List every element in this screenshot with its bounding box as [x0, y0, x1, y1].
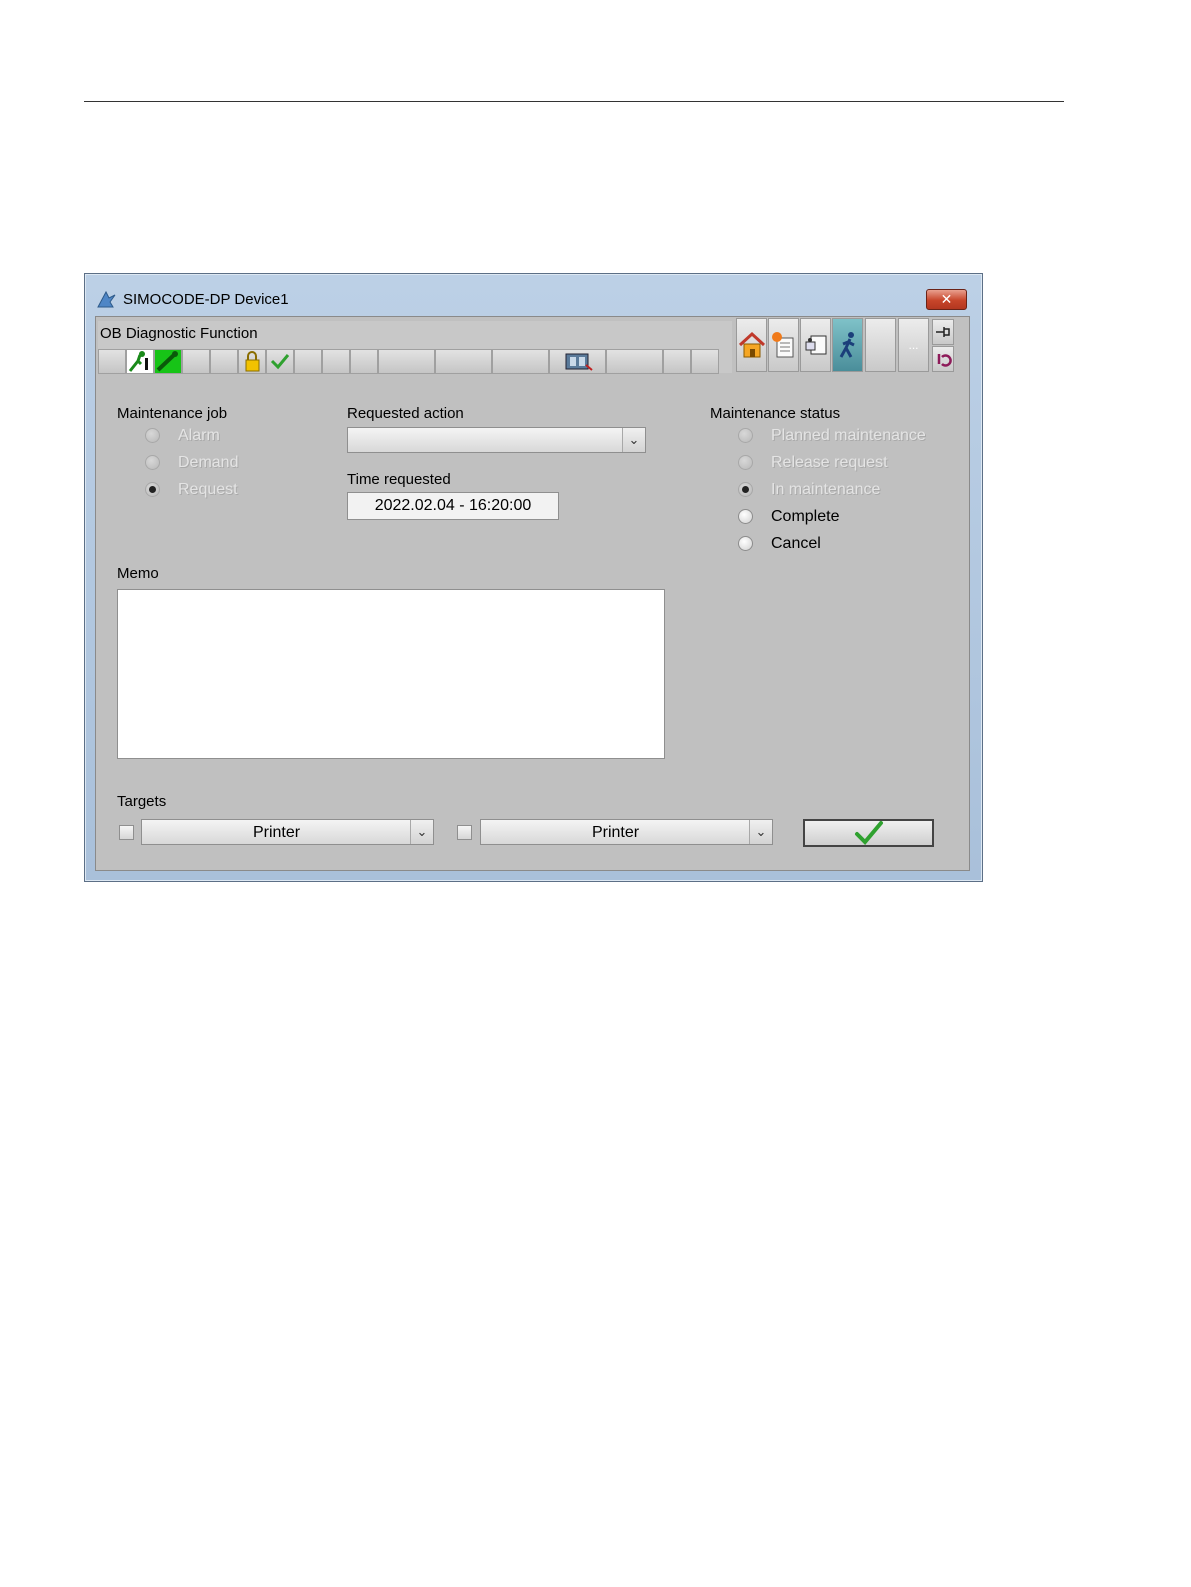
- close-icon: ✕: [940, 291, 953, 307]
- more-button[interactable]: ...: [898, 318, 929, 372]
- function-bar: OB Diagnostic Function: [98, 321, 732, 374]
- radio-button: [738, 455, 753, 470]
- empty-button[interactable]: [865, 318, 896, 372]
- targets-label: Targets: [117, 793, 167, 810]
- return-icon: [937, 354, 952, 367]
- more-icon: ...: [908, 338, 919, 352]
- target1-checkbox[interactable]: [119, 825, 134, 840]
- status-cell-device[interactable]: [549, 349, 606, 374]
- return-button[interactable]: [932, 346, 954, 372]
- status-cell-maintenance: [126, 349, 154, 374]
- status-cell: [322, 349, 350, 374]
- radio-label[interactable]: Cancel: [771, 535, 821, 553]
- target2-select[interactable]: Printer ⌄: [480, 819, 773, 845]
- radio-label: Request: [178, 481, 238, 498]
- status-cell-lock: [238, 349, 266, 374]
- window-title: SIMOCODE-DP Device1: [123, 291, 289, 308]
- status-cell-wrench: [154, 349, 182, 374]
- radio-button: [738, 482, 753, 497]
- check-icon: [270, 354, 290, 370]
- page-rule: [84, 101, 1064, 102]
- faceplate-button[interactable]: [800, 318, 831, 372]
- time-requested-label: Time requested: [347, 471, 451, 488]
- target1-value: Printer: [252, 824, 301, 841]
- target2-value: Printer: [591, 824, 640, 841]
- walking-figure-icon: [839, 332, 855, 358]
- app-icon: [97, 290, 116, 308]
- maintenance-button[interactable]: [832, 318, 863, 372]
- status-cell-check: [266, 349, 294, 374]
- memo-textarea[interactable]: [117, 589, 665, 759]
- memo-label: Memo: [117, 565, 159, 582]
- function-name: OB Diagnostic Function: [100, 325, 258, 342]
- status-cell: [663, 349, 691, 374]
- radio-button: [738, 428, 753, 443]
- message-button[interactable]: [768, 318, 799, 372]
- chevron-down-icon[interactable]: ⌄: [749, 820, 772, 844]
- document-star-icon: [771, 332, 793, 358]
- status-cell: [435, 349, 492, 374]
- checkmark-icon: [854, 821, 883, 845]
- pin-button[interactable]: [932, 319, 954, 345]
- radio-label: Alarm: [178, 427, 220, 444]
- faceplate-window: SIMOCODE-DP Device1 ✕ OB Diagnostic Func…: [84, 273, 983, 882]
- home-icon: [738, 331, 765, 358]
- title-bar[interactable]: SIMOCODE-DP Device1 ✕: [85, 274, 982, 316]
- status-cell: [691, 349, 719, 374]
- lock-icon: [245, 351, 260, 372]
- close-button[interactable]: ✕: [926, 289, 967, 310]
- chevron-down-icon[interactable]: ⌄: [410, 820, 433, 844]
- time-requested-field: 2022.02.04 - 16:20:00: [347, 492, 559, 520]
- target2-checkbox[interactable]: [457, 825, 472, 840]
- radio-label: In maintenance: [771, 481, 881, 498]
- faceplate-client: OB Diagnostic Function ... Maintenance j…: [95, 316, 970, 871]
- status-cell: [378, 349, 435, 374]
- person-wrench-icon: [128, 351, 148, 372]
- radio-label: Release request: [771, 454, 888, 471]
- radio-button: [145, 428, 160, 443]
- radio-button: [145, 455, 160, 470]
- status-cell: [98, 349, 126, 374]
- radio-button: [145, 482, 160, 497]
- requested-action-label: Requested action: [347, 405, 464, 422]
- radio-button[interactable]: [738, 509, 753, 524]
- home-button[interactable]: [736, 318, 767, 372]
- wrench-green-icon: [156, 351, 178, 372]
- target1-select[interactable]: Printer ⌄: [141, 819, 434, 845]
- radio-label: Demand: [178, 454, 239, 471]
- ok-button[interactable]: [803, 819, 934, 847]
- maintenance-status-label: Maintenance status: [710, 405, 841, 422]
- requested-action-select[interactable]: ⌄: [347, 427, 646, 453]
- pin-icon: [936, 327, 950, 337]
- status-cell: [350, 349, 378, 374]
- faceplate-icon: [805, 335, 826, 355]
- status-cell: [182, 349, 210, 374]
- device-icon: [565, 353, 593, 371]
- maintenance-job-label: Maintenance job: [117, 405, 228, 422]
- status-cell: [606, 349, 663, 374]
- status-cell: [492, 349, 549, 374]
- status-cell: [210, 349, 238, 374]
- radio-label[interactable]: Complete: [771, 508, 839, 526]
- status-cell: [294, 349, 322, 374]
- radio-button[interactable]: [738, 536, 753, 551]
- chevron-down-icon[interactable]: ⌄: [622, 428, 645, 452]
- radio-label: Planned maintenance: [771, 427, 926, 444]
